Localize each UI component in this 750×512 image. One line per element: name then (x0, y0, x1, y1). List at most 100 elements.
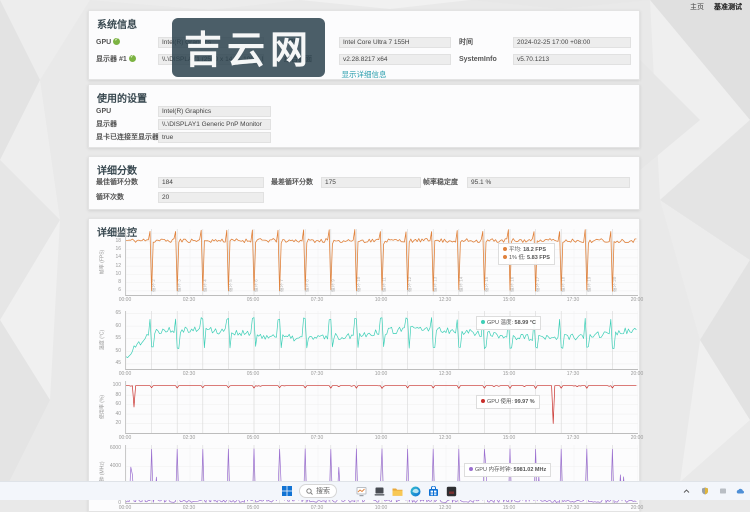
axis-tick: 16 (115, 247, 121, 252)
chart-1: 温度 (°C)6560555045GPU 温度: 58.99 °C00:0002… (95, 311, 635, 378)
axis-tick: 05:00 (242, 371, 264, 377)
axis-tick: 07:30 (306, 505, 328, 511)
chart-svg (126, 381, 638, 433)
chart-svg: 循环 2循环 3循环 4循环 5循环 6循环 7循环 8循环 9循环 10循环 … (126, 229, 638, 295)
legend-dot-icon (481, 399, 485, 403)
axis-tick: 18 (115, 239, 121, 244)
set-field-1-value: \\.\DISPLAY1 Generic PnP Monitor (158, 119, 271, 130)
nav-home[interactable]: 主页 (690, 2, 704, 12)
axis-tick: 55 (115, 336, 121, 341)
tray-chevron-up-icon[interactable] (680, 485, 693, 498)
chart-x-ticks: 00:0002:3005:0007:3010:0012:3015:0017:30… (125, 296, 637, 303)
sc-field-3-label: 循环次数 (96, 192, 124, 203)
axis-tick: 02:30 (178, 435, 200, 441)
tray-onedrive-icon[interactable] (734, 485, 747, 498)
axis-tick: 60 (115, 402, 121, 407)
sc-field-2-value: 95.1 % (467, 177, 630, 188)
legend-dot-icon (503, 247, 507, 251)
axis-tick: 20:00 (626, 371, 648, 377)
axis-tick: 10:00 (370, 371, 392, 377)
legend-entry: GPU 温度: 58.99 °C (481, 319, 536, 327)
axis-tick: 4000 (110, 464, 121, 469)
axis-tick: 12 (115, 264, 121, 269)
axis-tick: 20 (115, 421, 121, 426)
axis-tick: 12:30 (434, 505, 456, 511)
scores-title: 详细分数 (97, 162, 137, 177)
axis-tick: 100 (113, 383, 121, 388)
settings-card: 使用的设置 GPUIntel(R) Graphics显示器\\.\DISPLAY… (88, 84, 640, 148)
axis-tick: 00:00 (114, 297, 136, 303)
sc-field-1-label: 最差循环分数 (271, 177, 313, 188)
axis-tick: 40 (115, 412, 121, 417)
chart-legend: GPU 使用: 99.97 % (476, 395, 540, 409)
si-field-0-label: GPU (96, 37, 120, 48)
taskbar: 搜索 (0, 481, 750, 500)
sc-field-3-value: 20 (158, 192, 264, 203)
axis-tick: 6000 (110, 446, 121, 451)
legend-entry: GPU 使用: 99.97 % (481, 398, 535, 406)
si-field-1-value: Intel Core Ultra 7 155H (339, 37, 451, 48)
axis-tick: 00:00 (114, 505, 136, 511)
chart-0: 帧率 (FPS)20181614121086循环 2循环 3循环 4循环 5循环… (95, 229, 635, 304)
taskbar-center: 搜索 (280, 482, 458, 500)
chart-legend: 平均: 18.2 FPS1% 低: 5.83 FPS (498, 243, 555, 265)
search-input[interactable]: 搜索 (299, 484, 337, 498)
axis-tick: 80 (115, 393, 121, 398)
file-explorer-icon[interactable] (391, 485, 404, 498)
legend-entry: GPU 内存时钟: 5981.02 MHz (469, 466, 546, 474)
axis-tick: 10 (115, 272, 121, 277)
search-placeholder: 搜索 (316, 486, 330, 496)
app-nav: 主页 基准测试 (690, 2, 742, 12)
dark-app-icon[interactable] (445, 485, 458, 498)
system-info-title: 系统信息 (97, 16, 137, 31)
taskbar-icons (355, 485, 458, 498)
axis-tick: 15:00 (498, 505, 520, 511)
axis-tick: 02:30 (178, 505, 200, 511)
chart-3: 时钟 (MHz)6000400020000循环 2循环 3循环 4循环 5循环 … (95, 445, 635, 512)
axis-tick: 20:00 (626, 297, 648, 303)
start-button[interactable] (280, 485, 293, 498)
legend-entry: 1% 低: 5.83 FPS (503, 254, 550, 262)
legend-dot-icon (469, 467, 473, 471)
system-info-card: 系统信息 GPUIntel(R) GraphicsCPUIntel Core U… (88, 10, 640, 80)
axis-tick: 10:00 (370, 297, 392, 303)
axis-tick: 20 (115, 231, 121, 236)
benchmark-app-icon[interactable] (355, 485, 368, 498)
ok-check-icon (113, 38, 120, 45)
axis-tick: 60 (115, 324, 121, 329)
axis-tick: 14 (115, 255, 121, 260)
tray-device-icon[interactable] (716, 485, 729, 498)
chart-y-ticks: 20181614121086 (95, 229, 121, 295)
axis-tick: 00:00 (114, 371, 136, 377)
chart-legend: GPU 内存时钟: 5981.02 MHz (464, 463, 551, 477)
axis-tick: 02:30 (178, 297, 200, 303)
set-field-1-label: 显示器 (96, 119, 117, 130)
system-tray (680, 482, 747, 500)
edge-browser-icon[interactable] (409, 485, 422, 498)
search-icon (306, 488, 313, 495)
laptop-app-icon[interactable] (373, 485, 386, 498)
tray-shield-icon[interactable] (698, 485, 711, 498)
sc-field-0-value: 184 (158, 177, 264, 188)
axis-tick: 20:00 (626, 505, 648, 511)
axis-tick: 15:00 (498, 297, 520, 303)
store-icon[interactable] (427, 485, 440, 498)
chart-plot-area: 循环 2循环 3循环 4循环 5循环 6循环 7循环 8循环 9循环 10循环 … (125, 229, 638, 296)
nav-benchmark[interactable]: 基准测试 (714, 2, 742, 12)
axis-tick: 45 (115, 361, 121, 366)
axis-tick: 17:30 (562, 505, 584, 511)
axis-tick: 12:30 (434, 371, 456, 377)
axis-tick: 17:30 (562, 371, 584, 377)
legend-entry: 平均: 18.2 FPS (503, 246, 550, 254)
legend-dot-icon (503, 255, 507, 259)
axis-tick: 07:30 (306, 435, 328, 441)
si-field-5-label: SystemInfo (459, 54, 497, 65)
chart-legend: GPU 温度: 58.99 °C (476, 316, 541, 330)
axis-tick: 6 (118, 288, 121, 293)
axis-tick: 05:00 (242, 505, 264, 511)
axis-tick: 07:30 (306, 371, 328, 377)
chart-plot-area: GPU 温度: 58.99 °C (125, 311, 638, 370)
chart-x-ticks: 00:0002:3005:0007:3010:0012:3015:0017:30… (125, 370, 637, 377)
axis-tick: 12:30 (434, 435, 456, 441)
axis-tick: 50 (115, 349, 121, 354)
